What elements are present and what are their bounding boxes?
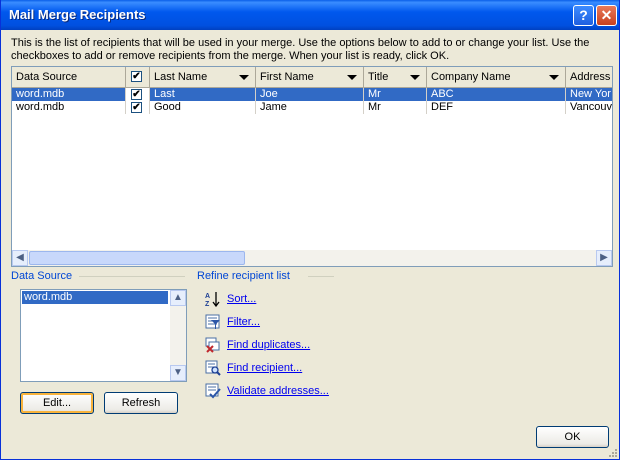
column-header-label: Title <box>368 71 389 83</box>
recipient-checkbox[interactable]: ✔ <box>131 89 142 100</box>
sort-icon: A Z <box>205 292 220 307</box>
group-divider <box>308 276 334 277</box>
filter-link[interactable]: Filter... <box>227 316 260 328</box>
chevron-down-icon[interactable] <box>239 75 249 80</box>
chevron-down-icon[interactable] <box>410 75 420 80</box>
mail-merge-recipients-dialog: Mail Merge Recipients ? ✕ This is the li… <box>0 0 620 460</box>
scroll-right-icon[interactable]: ▶ <box>596 250 612 266</box>
data-source-group-label: Data Source <box>11 270 73 282</box>
chevron-down-icon[interactable] <box>549 75 559 80</box>
scroll-up-icon[interactable]: ▲ <box>170 290 186 306</box>
cell-company-name: DEF <box>427 101 566 114</box>
find-recipient-icon <box>205 360 221 376</box>
select-all-checkbox[interactable]: ✔ <box>131 71 142 82</box>
horizontal-scrollbar[interactable]: ◀ ▶ <box>12 250 612 266</box>
resize-grip-icon[interactable] <box>607 447 617 457</box>
help-button[interactable]: ? <box>573 5 594 26</box>
column-header-last-name[interactable]: Last Name <box>150 67 256 87</box>
column-header-company-name[interactable]: Company Name <box>427 67 566 87</box>
find-duplicates-link[interactable]: Find duplicates... <box>227 339 310 351</box>
find-recipient-link[interactable]: Find recipient... <box>227 362 302 374</box>
intro-text: This is the list of recipients that will… <box>11 37 590 62</box>
cell-data-source: word.mdb <box>12 101 126 114</box>
filter-icon <box>205 314 220 329</box>
sort-link[interactable]: Sort... <box>227 293 256 305</box>
svg-text:A: A <box>205 293 210 300</box>
cell-data-source: word.mdb <box>12 88 126 101</box>
validate-addresses-link[interactable]: Validate addresses... <box>227 385 329 397</box>
cell-company-name: ABC <box>427 88 566 101</box>
recipient-checkbox[interactable]: ✔ <box>131 102 142 113</box>
refine-group-label: Refine recipient list <box>197 270 290 282</box>
cell-first-name: Joe <box>256 88 364 101</box>
scroll-down-icon[interactable]: ▼ <box>170 365 186 381</box>
validate-addresses-icon <box>205 383 221 399</box>
chevron-down-icon[interactable] <box>347 75 357 80</box>
cell-checkbox: ✔ <box>126 101 150 114</box>
find-duplicates-icon <box>205 337 220 353</box>
cell-address: New Yor <box>566 88 612 101</box>
grid-header: Data Source ✔ Last Name First Name Title… <box>12 67 612 88</box>
data-source-list[interactable]: word.mdb ▲ ▼ <box>20 289 187 382</box>
svg-text:Z: Z <box>205 301 210 307</box>
cell-last-name: Last <box>150 88 256 101</box>
cell-last-name: Good <box>150 101 256 114</box>
table-row[interactable]: word.mdb ✔ Last Joe Mr ABC New Yor <box>12 88 612 101</box>
column-header-data-source[interactable]: Data Source <box>12 67 126 87</box>
title-bar[interactable]: Mail Merge Recipients ? ✕ <box>1 0 619 30</box>
vertical-scrollbar[interactable]: ▲ ▼ <box>170 290 186 381</box>
list-item[interactable]: word.mdb <box>22 291 168 304</box>
scroll-left-icon[interactable]: ◀ <box>12 250 28 266</box>
cell-checkbox: ✔ <box>126 88 150 101</box>
column-header-title[interactable]: Title <box>364 67 427 87</box>
column-header-label: Last Name <box>154 71 208 83</box>
cell-title: Mr <box>364 101 427 114</box>
ok-button[interactable]: OK <box>536 426 609 448</box>
column-header-checkbox[interactable]: ✔ <box>126 67 150 87</box>
window-title: Mail Merge Recipients <box>9 7 146 22</box>
group-divider <box>79 276 185 277</box>
cell-title: Mr <box>364 88 427 101</box>
cell-address: Vancouv <box>566 101 612 114</box>
refresh-button[interactable]: Refresh <box>104 392 178 414</box>
column-header-label: First Name <box>260 71 314 83</box>
column-header-label: Address <box>570 71 611 83</box>
edit-button[interactable]: Edit... <box>20 392 94 414</box>
column-header-label: Company Name <box>431 71 511 83</box>
table-row[interactable]: word.mdb ✔ Good Jame Mr DEF Vancouv <box>12 101 612 114</box>
column-header-address[interactable]: Address <box>566 67 612 87</box>
column-header-first-name[interactable]: First Name <box>256 67 364 87</box>
column-header-label: Data Source <box>16 71 78 83</box>
scroll-thumb[interactable] <box>29 251 245 265</box>
recipient-grid[interactable]: Data Source ✔ Last Name First Name Title… <box>11 66 613 267</box>
close-button[interactable]: ✕ <box>596 5 617 26</box>
cell-first-name: Jame <box>256 101 364 114</box>
